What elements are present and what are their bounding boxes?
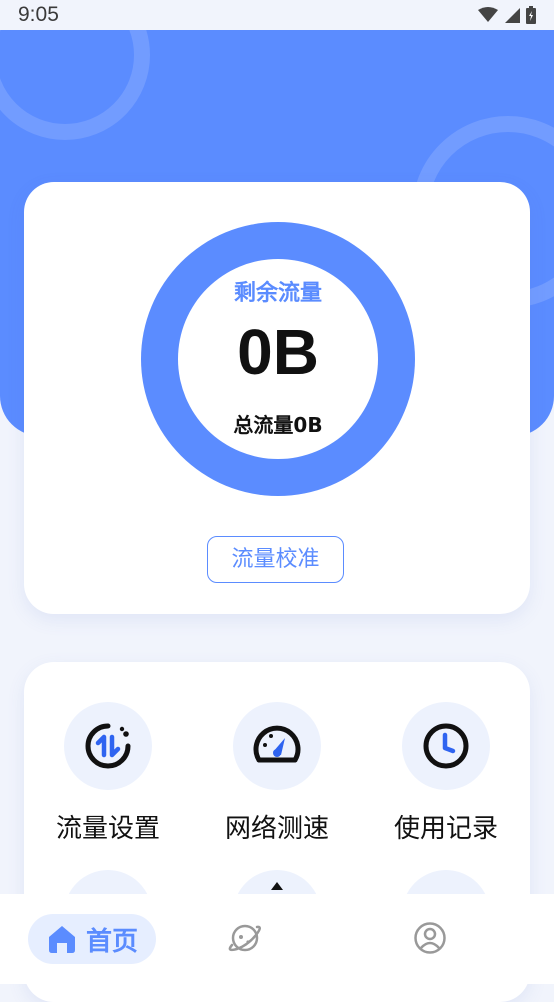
tool-label: 网络测速 [224, 814, 329, 844]
clock-icon [423, 723, 469, 769]
battery-icon [526, 6, 536, 24]
tool-icon-background [402, 702, 490, 790]
profile-icon[interactable] [413, 921, 447, 955]
nav-home-label: 首页 [85, 926, 138, 957]
home-icon [48, 926, 75, 953]
tool-label: 流量设置 [55, 814, 160, 844]
signal-icon [505, 8, 520, 23]
tool-icon-partial [271, 882, 283, 890]
tool-icon-background [233, 702, 321, 790]
decorative-circle [0, 30, 150, 140]
tool-speed-test[interactable]: 网络测速 [207, 702, 347, 845]
bottom-navigation: 首页 [0, 894, 554, 984]
tool-usage-history[interactable]: 使用记录 [376, 702, 516, 845]
traffic-card: 剩余流量 0B 总流量0B 流量校准 [24, 182, 530, 614]
calibrate-traffic-button[interactable]: 流量校准 [207, 536, 344, 583]
status-icons [478, 6, 536, 24]
status-bar: 9:05 [0, 0, 554, 30]
data-transfer-icon [85, 723, 131, 769]
wifi-icon [478, 7, 498, 22]
planet-icon[interactable] [228, 921, 262, 955]
tool-traffic-settings[interactable]: 流量设置 [38, 702, 178, 845]
traffic-ring-center: 剩余流量 0B 总流量0B [178, 259, 378, 459]
remaining-traffic-label: 剩余流量 [233, 281, 322, 306]
remaining-traffic-value: 0B [237, 316, 319, 388]
nav-home-tab[interactable]: 首页 [28, 914, 156, 964]
tool-label: 使用记录 [393, 814, 498, 844]
traffic-ring: 剩余流量 0B 总流量0B [141, 222, 415, 496]
speedometer-icon [253, 725, 301, 763]
status-time: 9:05 [18, 3, 59, 26]
total-traffic-text: 总流量0B [233, 413, 323, 437]
tool-icon-background [64, 702, 152, 790]
